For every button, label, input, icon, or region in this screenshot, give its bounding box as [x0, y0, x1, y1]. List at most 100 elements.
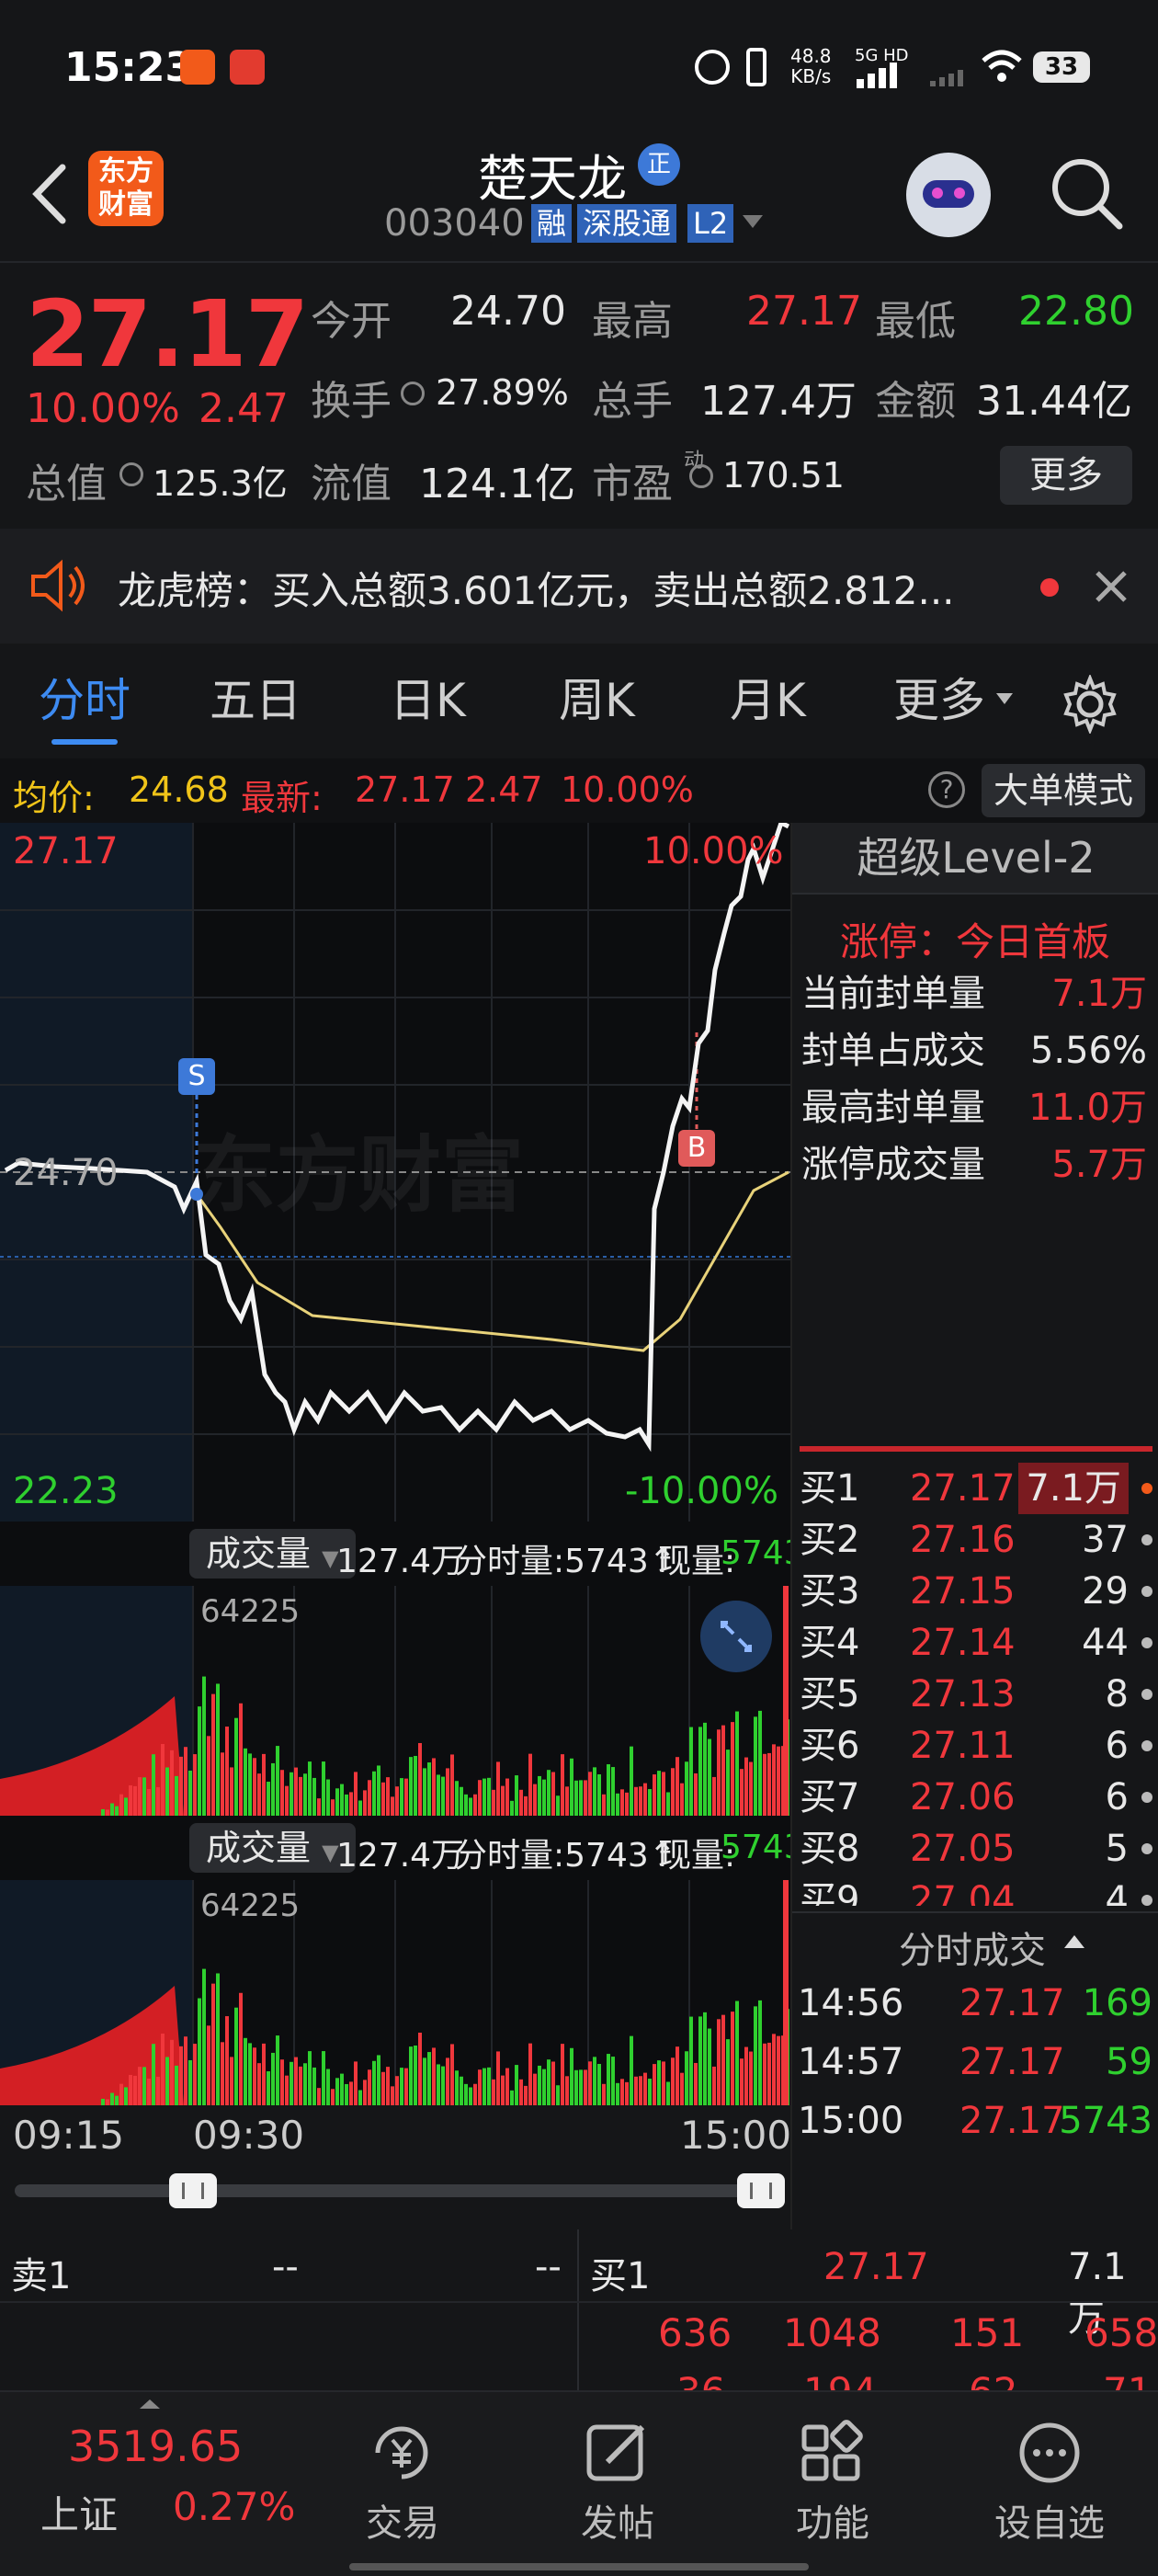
- volume-bar: [299, 1776, 302, 1816]
- volume-bar: [721, 2014, 725, 2105]
- close-icon[interactable]: [1094, 569, 1129, 604]
- buy-marker[interactable]: B: [678, 1130, 715, 1167]
- info-icon[interactable]: [401, 382, 425, 405]
- volume-bar: [184, 1747, 187, 1816]
- volume-bar: [515, 1775, 518, 1816]
- bid-level: 买6: [800, 1725, 860, 1767]
- volume-bar: [418, 2032, 422, 2105]
- nav-trade[interactable]: 交易: [320, 2392, 485, 2576]
- volume-bar: [703, 1722, 707, 1816]
- bid-row[interactable]: 买2 27.16 37: [792, 1514, 1158, 1566]
- bid-row[interactable]: 买1 27.17 7.1万: [792, 1463, 1158, 1514]
- expand-icon[interactable]: [700, 1601, 772, 1672]
- volume-bar: [253, 2047, 256, 2105]
- volume-bar: [317, 1798, 321, 1816]
- volume-bar: [533, 2073, 537, 2105]
- more-button[interactable]: 更多: [1000, 446, 1132, 505]
- range-slider-track[interactable]: [15, 2184, 778, 2197]
- tab-monthly-k[interactable]: 月K: [730, 644, 806, 758]
- search-icon[interactable]: [1048, 154, 1125, 232]
- connect-tag: 深股通: [577, 204, 677, 243]
- queue-cell: 636: [658, 2310, 732, 2355]
- volume-bar: [446, 2057, 449, 2105]
- y-ref-label: 24.70: [13, 1152, 119, 1194]
- volume-bar: [432, 1758, 436, 1816]
- status-time: 15:23: [64, 44, 194, 91]
- volume-bar: [368, 1780, 371, 1816]
- volume-bar: [478, 2069, 482, 2105]
- high-label: 最高: [592, 298, 673, 345]
- volume-bar: [740, 2058, 744, 2105]
- bid-row[interactable]: 买9 27.04 4: [792, 1875, 1158, 1906]
- stat-label: 涨停成交量: [801, 1144, 985, 1186]
- bid-row[interactable]: 买6 27.11 6: [792, 1720, 1158, 1772]
- tick-time: 14:57: [798, 2041, 904, 2083]
- nav-functions[interactable]: 功能: [750, 2392, 915, 2576]
- volume-bar: [731, 2012, 734, 2105]
- activity-dot: [1141, 1689, 1152, 1700]
- volume-bar: [152, 1754, 155, 1816]
- tick-list[interactable]: 14:56 27.17 169 14:57 27.17 59 15:00 27.17 5743: [792, 1978, 1158, 2226]
- stat-label: 当前封单量: [801, 973, 985, 1015]
- volume-bar: [207, 1736, 210, 1816]
- volume-bar: [570, 1758, 573, 1816]
- bid-qty: 6: [1105, 1776, 1129, 1818]
- info-icon[interactable]: [689, 464, 713, 488]
- volume-bar: [731, 1722, 734, 1816]
- robot-avatar[interactable]: [906, 153, 991, 237]
- stat-row: 最高封单量 11.0万: [792, 1082, 1158, 1134]
- volume-indicator-select[interactable]: 成交量 ▼: [189, 1823, 356, 1873]
- volume-bar: [538, 1775, 541, 1816]
- volume-bar: [267, 2071, 270, 2105]
- y-max-label: 27.17: [13, 830, 119, 872]
- bid-row[interactable]: 买8 27.05 5: [792, 1823, 1158, 1875]
- tick-volume: 5743: [1059, 2100, 1152, 2142]
- tab-daily-k[interactable]: 日K: [390, 644, 466, 758]
- volume-bar: [492, 2079, 495, 2105]
- avg-label: 均价:: [13, 778, 95, 818]
- volume-chart-1[interactable]: 64225: [0, 1586, 790, 1816]
- volume-chart-2[interactable]: 64225: [0, 1880, 790, 2105]
- settings-gear-icon[interactable]: [1061, 675, 1119, 734]
- dropdown-icon[interactable]: [741, 213, 765, 232]
- volume-bar: [308, 2051, 312, 2105]
- volume-indicator-select[interactable]: 成交量 ▼: [189, 1529, 356, 1579]
- turnover-value: 27.89%: [436, 372, 569, 413]
- ticks-title[interactable]: 分时成交: [899, 1921, 1046, 1974]
- bid-list[interactable]: 买1 27.17 7.1万 买2 27.16 37 买3 27.15 29 买4 27.14 44 买5…: [792, 1463, 1158, 1906]
- sell-marker[interactable]: S: [178, 1058, 215, 1095]
- volume-bar: [565, 2076, 569, 2105]
- volume-bar: [230, 2057, 233, 2105]
- bid-qty: 5: [1105, 1828, 1129, 1870]
- range-slider-handle-right[interactable]: [737, 2173, 785, 2208]
- big-order-mode-button[interactable]: 大单模式: [982, 764, 1145, 817]
- volume-bar: [593, 1767, 596, 1816]
- tab-more[interactable]: 更多: [893, 644, 985, 758]
- volume-chart-1-svg: [0, 1586, 789, 1816]
- dragon-tiger-notice[interactable]: 龙虎榜：买入总额3.601亿元，卖出总额2.812...: [0, 529, 1158, 644]
- tab-weekly-k[interactable]: 周K: [559, 644, 635, 758]
- back-icon[interactable]: [26, 162, 72, 226]
- index-ticker[interactable]: 3519.65 上证 0.27%: [0, 2392, 312, 2576]
- volume-bar: [611, 1767, 615, 1816]
- nav-post-label: 发帖: [581, 2502, 654, 2545]
- volume-bar: [680, 2072, 684, 2105]
- bid-row[interactable]: 买3 27.15 29: [792, 1566, 1158, 1617]
- level2-title[interactable]: 超级Level-2: [792, 823, 1158, 895]
- intraday-chart[interactable]: 27.17 24.70 22.23 10.00% -10.00% 东方财富 S …: [0, 823, 790, 1522]
- bid-row[interactable]: 买5 27.13 8: [792, 1669, 1158, 1720]
- volume-bar: [294, 1767, 298, 1816]
- index-value: 3519.65: [68, 2422, 244, 2471]
- help-icon[interactable]: ?: [928, 771, 965, 808]
- nav-add-watchlist[interactable]: 设自选: [967, 2392, 1132, 2576]
- brand-logo[interactable]: 东方 财富: [88, 151, 164, 226]
- bid-row[interactable]: 买4 27.14 44: [792, 1617, 1158, 1669]
- range-slider-handle-left[interactable]: [169, 2173, 217, 2208]
- nav-post[interactable]: 发帖: [535, 2392, 700, 2576]
- bid1-price: 27.17: [823, 2246, 929, 2288]
- info-icon[interactable]: [119, 462, 143, 486]
- watermark: 东方财富: [193, 1127, 524, 1224]
- bid-row[interactable]: 买7 27.06 6: [792, 1772, 1158, 1823]
- tab-five-day[interactable]: 五日: [210, 644, 301, 758]
- volume-bar: [496, 2051, 500, 2105]
